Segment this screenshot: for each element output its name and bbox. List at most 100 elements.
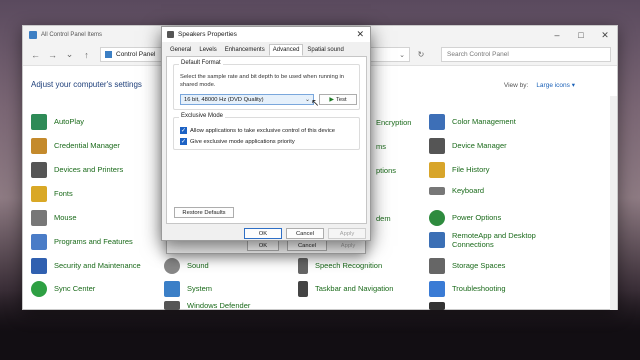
- view-by-dropdown[interactable]: Large icons ▾: [536, 82, 575, 89]
- back-cancel-button[interactable]: Cancel: [287, 240, 327, 251]
- cp-item-label: Fonts: [54, 189, 73, 199]
- cp-item-label: RemoteApp and Desktop Connections: [452, 231, 536, 250]
- cp-item-power-options[interactable]: Power Options: [429, 210, 501, 226]
- allow-exclusive-checkbox[interactable]: ✓ Allow applications to take exclusive c…: [180, 127, 335, 134]
- color-management-icon: [429, 114, 445, 130]
- cp-item-security-and-maintenance[interactable]: Security and Maintenance: [31, 258, 141, 274]
- view-by-label: View by:: [503, 82, 529, 89]
- cp-item-devices-and-printers[interactable]: Devices and Printers: [31, 162, 123, 178]
- search-placeholder: Search Control Panel: [447, 51, 509, 58]
- keyboard-icon: [429, 186, 445, 195]
- exclusive-priority-checkbox[interactable]: ✓ Give exclusive mode applications prior…: [180, 138, 295, 145]
- cp-item-label: Sound: [187, 261, 209, 271]
- system-icon: [164, 281, 180, 297]
- advanced-tab-panel: Default Format Select the sample rate an…: [166, 56, 367, 224]
- tab-advanced[interactable]: Advanced: [268, 44, 304, 56]
- cp-item-label: ms: [376, 142, 386, 151]
- cp-item-fonts[interactable]: Fonts: [31, 186, 73, 202]
- ok-button[interactable]: OK: [244, 228, 282, 239]
- back-arrow-icon[interactable]: ←: [29, 50, 42, 60]
- flag-icon: [31, 258, 47, 274]
- dialog-tabs: General Levels Enhancements Advanced Spa…: [162, 44, 370, 56]
- credential-icon: [31, 138, 47, 154]
- cp-item-label: Taskbar and Navigation: [315, 284, 394, 294]
- cp-item-programs-and-features[interactable]: Programs and Features: [31, 234, 133, 250]
- cp-item-sound[interactable]: Sound: [164, 258, 209, 274]
- maximize-button[interactable]: □: [569, 30, 593, 41]
- mouse-icon: [31, 210, 47, 226]
- autoplay-icon: [31, 114, 47, 130]
- speaker-icon: [167, 31, 174, 38]
- cp-item-label: dem: [376, 214, 391, 223]
- minimize-button[interactable]: –: [545, 30, 569, 41]
- control-panel-small-icon: [105, 51, 112, 58]
- remoteapp-icon: [429, 232, 445, 249]
- tab-general[interactable]: General: [166, 44, 195, 56]
- forward-arrow-icon[interactable]: →: [46, 50, 59, 60]
- recent-locations-icon[interactable]: ⌄: [63, 49, 76, 60]
- test-button[interactable]: ▶ Test: [319, 94, 357, 105]
- cp-item-windows-defender[interactable]: Windows Defender: [164, 301, 251, 311]
- cp-item-color-management[interactable]: Color Management: [429, 114, 516, 130]
- cp-item-remoteapp[interactable]: RemoteApp and Desktop Connections: [429, 231, 559, 250]
- up-arrow-icon[interactable]: ↑: [80, 50, 93, 60]
- cp-item-windows-tools[interactable]: [429, 302, 452, 310]
- tab-spatial-sound[interactable]: Spatial sound: [303, 44, 347, 56]
- sample-rate-select[interactable]: 16 bit, 48000 Hz (DVD Quality) ⌄: [180, 94, 314, 105]
- sample-rate-value: 16 bit, 48000 Hz (DVD Quality): [184, 96, 264, 103]
- cp-item-label: Mouse: [54, 213, 77, 223]
- cp-item-taskbar-and-navigation[interactable]: Taskbar and Navigation: [298, 281, 393, 297]
- exclusive-mode-group: Exclusive Mode ✓ Allow applications to t…: [173, 113, 360, 150]
- cp-item-label: File History: [452, 165, 490, 175]
- back-ok-button[interactable]: OK: [247, 240, 279, 251]
- cp-item-label: Color Management: [452, 117, 516, 127]
- control-panel-icon: [29, 31, 37, 39]
- cp-item-partial-1[interactable]: ms: [376, 142, 386, 151]
- speaker-icon: [164, 258, 180, 274]
- cp-item-storage-spaces[interactable]: Storage Spaces: [429, 258, 505, 274]
- tab-levels[interactable]: Levels: [195, 44, 220, 56]
- allow-exclusive-label: Allow applications to take exclusive con…: [190, 127, 335, 134]
- cp-item-label: Storage Spaces: [452, 261, 506, 271]
- cp-item-keyboard[interactable]: Keyboard: [429, 186, 484, 195]
- cp-item-mouse[interactable]: Mouse: [31, 210, 77, 226]
- cp-item-troubleshooting[interactable]: Troubleshooting: [429, 281, 506, 297]
- default-format-legend: Default Format: [179, 60, 223, 66]
- cp-item-partial-2[interactable]: ptions: [376, 166, 396, 175]
- cp-item-file-history[interactable]: File History: [429, 162, 490, 178]
- refresh-icon[interactable]: ↻: [414, 50, 428, 59]
- cp-item-label: Windows Defender: [187, 301, 251, 310]
- cp-item-encryption[interactable]: Encryption: [376, 118, 411, 127]
- windows-tools-icon: [429, 302, 445, 310]
- back-apply-button[interactable]: Apply: [332, 240, 364, 251]
- cp-item-label: Sync Center: [54, 284, 96, 294]
- close-button[interactable]: ✕: [593, 30, 617, 41]
- cp-item-speech-recognition[interactable]: Speech Recognition: [298, 258, 382, 274]
- cancel-button[interactable]: Cancel: [286, 228, 324, 239]
- close-icon[interactable]: ✕: [356, 29, 364, 40]
- cp-item-partial-3[interactable]: dem: [376, 214, 391, 223]
- cp-item-autoplay[interactable]: AutoPlay: [31, 114, 84, 130]
- vertical-scrollbar[interactable]: [610, 96, 617, 310]
- chevron-down-icon: ⌄: [304, 97, 310, 103]
- cp-item-device-manager[interactable]: Device Manager: [429, 138, 507, 154]
- tab-enhancements[interactable]: Enhancements: [221, 44, 269, 56]
- font-icon: [31, 186, 47, 202]
- sync-icon: [31, 281, 47, 297]
- address-text: Control Panel: [116, 51, 156, 58]
- apply-button[interactable]: Apply: [328, 228, 366, 239]
- default-format-description: Select the sample rate and bit depth to …: [180, 74, 345, 88]
- cp-item-label: Speech Recognition: [315, 261, 383, 271]
- cp-item-label: Devices and Printers: [54, 165, 124, 175]
- search-input[interactable]: Search Control Panel: [441, 47, 611, 62]
- play-icon: ▶: [329, 97, 334, 103]
- cp-item-sync-center[interactable]: Sync Center: [31, 281, 95, 297]
- programs-icon: [31, 234, 47, 250]
- cp-item-credential-manager[interactable]: Credential Manager: [31, 138, 120, 154]
- defender-icon: [164, 301, 180, 311]
- chevron-down-icon[interactable]: ⌄: [399, 51, 405, 59]
- taskbar-icon: [298, 281, 308, 297]
- cp-item-system[interactable]: System: [164, 281, 212, 297]
- cp-item-label: Encryption: [376, 118, 412, 127]
- restore-defaults-button[interactable]: Restore Defaults: [174, 207, 234, 218]
